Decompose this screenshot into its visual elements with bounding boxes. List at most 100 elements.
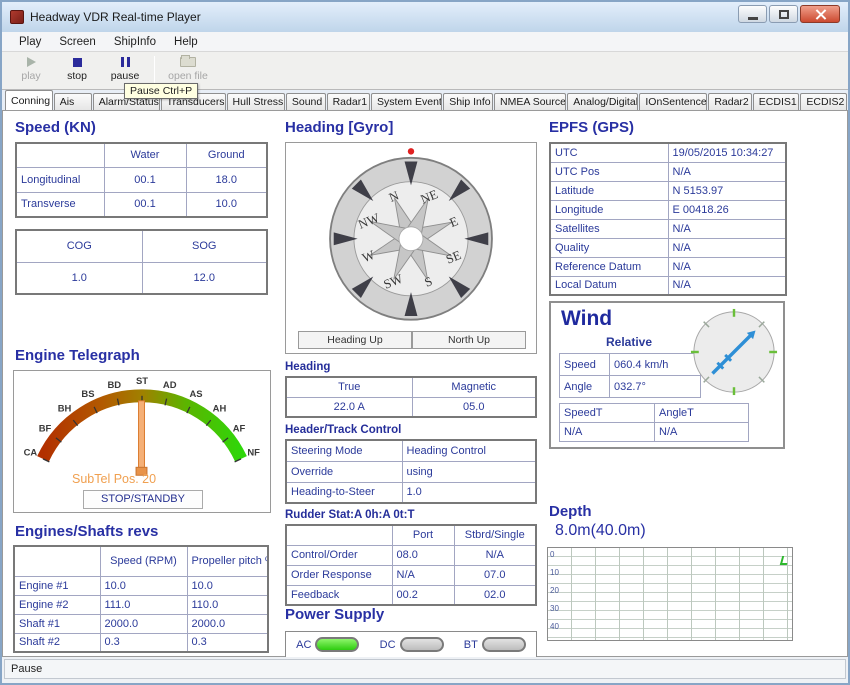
rudder-row-label: Feedback xyxy=(286,585,392,605)
close-button[interactable] xyxy=(800,5,840,23)
pause-icon xyxy=(121,57,130,67)
telegraph-scale-label: AS xyxy=(189,388,202,399)
table-row: Override using xyxy=(286,461,536,482)
app-window: Headway VDR Real-time Player Play Screen… xyxy=(0,0,850,685)
power-ac-label: AC xyxy=(296,639,311,651)
north-up-button[interactable]: North Up xyxy=(412,331,526,349)
table-row: UTC Pos N/A xyxy=(550,162,786,181)
table-row: Engine #1 10.0 10.0 xyxy=(14,576,268,595)
heading-table: True Magnetic 22.0 A 05.0 xyxy=(285,376,537,418)
epfs-value: N/A xyxy=(668,276,786,295)
cog-sog-table: COG SOG 1.0 12.0 xyxy=(15,229,268,295)
heading-col-true: True xyxy=(286,377,412,397)
menu-shipinfo[interactable]: ShipInfo xyxy=(105,34,165,50)
tab-ionsentence[interactable]: IOnSentence xyxy=(639,93,707,110)
speed-col-water: Water xyxy=(104,143,186,167)
table-row: Satellites N/A xyxy=(550,219,786,238)
tab-hull-stress[interactable]: Hull Stress xyxy=(227,93,285,110)
engine-speed: 10.0 xyxy=(100,576,187,595)
wind-anglet-label: AngleT xyxy=(655,404,749,423)
tab-ecdis1[interactable]: ECDIS1 xyxy=(753,93,800,110)
table-row: Order Response N/A 07.0 xyxy=(286,565,536,585)
rudder-row-label: Order Response xyxy=(286,565,392,585)
compass-rose: N NE E SE S SW W NW xyxy=(319,144,503,328)
speed-ground-value: 10.0 xyxy=(186,192,267,217)
cog-label: COG xyxy=(16,230,142,262)
epfs-value: N/A xyxy=(668,162,786,181)
epfs-title: EPFS (GPS) xyxy=(549,119,634,136)
wind-true-table: SpeedT AngleT N/A N/A xyxy=(559,403,749,442)
play-button[interactable]: play xyxy=(8,55,54,87)
wind-angle-value: 032.7° xyxy=(610,376,701,398)
track-control-table: Steering Mode Heading Control Override u… xyxy=(285,439,537,504)
tab-radar1[interactable]: Radar1 xyxy=(327,93,370,110)
epfs-label: Quality xyxy=(550,238,668,257)
tab-system-event[interactable]: System Event xyxy=(371,93,442,110)
shaft-pitch: 2000.0 xyxy=(187,614,268,633)
tab-ship-info[interactable]: Ship Info xyxy=(443,93,493,110)
speed-ground-value: 18.0 xyxy=(186,167,267,192)
menu-screen[interactable]: Screen xyxy=(50,34,104,50)
telegraph-scale-label: AD xyxy=(163,379,177,390)
wind-speed-label: Speed xyxy=(560,354,610,376)
heading-up-button[interactable]: Heading Up xyxy=(298,331,412,349)
gyro-panel: N NE E SE S SW W NW Heading Up North Up xyxy=(285,142,537,354)
minimize-icon xyxy=(748,17,758,20)
epfs-value: N 5153.97 xyxy=(668,181,786,200)
telegraph-scale-label: AH xyxy=(213,403,227,414)
track-value: 1.0 xyxy=(402,482,536,503)
table-row: Transverse 00.1 10.0 xyxy=(16,192,267,217)
table-row: Feedback 00.2 02.0 xyxy=(286,585,536,605)
epfs-value: N/A xyxy=(668,238,786,257)
wind-title: Wind xyxy=(561,307,612,331)
engine-telegraph-title: Engine Telegraph xyxy=(15,347,140,364)
menu-help[interactable]: Help xyxy=(165,34,207,50)
speed-row-label: Transverse xyxy=(16,192,104,217)
tab-radar2[interactable]: Radar2 xyxy=(708,93,751,110)
tab-ais[interactable]: Ais xyxy=(54,93,92,110)
play-icon xyxy=(27,57,36,67)
power-bt-label: BT xyxy=(464,639,478,651)
track-label: Steering Mode xyxy=(286,440,402,461)
tab-ecdis2[interactable]: ECDIS2 xyxy=(800,93,847,110)
wind-relative-table: Speed 060.4 km/h Angle 032.7° xyxy=(559,353,701,398)
rudder-col-blank xyxy=(286,525,392,545)
power-bt-led xyxy=(482,637,526,652)
tab-sound[interactable]: Sound xyxy=(286,93,326,110)
epfs-label: Reference Datum xyxy=(550,257,668,276)
status-text: Pause xyxy=(4,659,846,679)
maximize-icon xyxy=(779,10,789,19)
rudder-stbrd-value: 07.0 xyxy=(454,565,536,585)
speed-col-ground: Ground xyxy=(186,143,267,167)
window-title: Headway VDR Real-time Player xyxy=(30,10,201,24)
engines-col-blank xyxy=(14,546,100,576)
heading-gyro-title: Heading [Gyro] xyxy=(285,119,393,136)
telegraph-scale-label: ST xyxy=(136,375,148,386)
engines-shafts-table: Speed (RPM) Propeller pitch % Engine #1 … xyxy=(13,545,269,653)
table-row: Engine #2 111.0 110.0 xyxy=(14,595,268,614)
table-row: Latitude N 5153.97 xyxy=(550,181,786,200)
depth-axis-tick: 0 xyxy=(550,550,554,559)
shaft-speed: 0.3 xyxy=(100,633,187,652)
maximize-button[interactable] xyxy=(769,5,798,23)
play-label: play xyxy=(8,70,54,82)
heading-section-title: Heading xyxy=(285,361,330,373)
menu-play[interactable]: Play xyxy=(10,34,50,50)
telegraph-scale-label: AF xyxy=(233,423,246,434)
telegraph-scale-label: BS xyxy=(81,388,94,399)
tab-nmea-source[interactable]: NMEA Source xyxy=(494,93,566,110)
app-icon xyxy=(10,10,24,24)
heading-col-magnetic: Magnetic xyxy=(412,377,536,397)
table-row: Shaft #1 2000.0 2000.0 xyxy=(14,614,268,633)
close-icon xyxy=(816,9,826,19)
rudder-port-value: N/A xyxy=(392,565,454,585)
tab-conning[interactable]: Conning xyxy=(5,90,53,110)
wind-speedt-value: N/A xyxy=(560,423,655,442)
telegraph-mode-button[interactable]: STOP/STANDBY xyxy=(83,490,203,509)
tab-analog-digital[interactable]: Analog/Digital xyxy=(567,93,638,110)
minimize-button[interactable] xyxy=(738,5,767,23)
stop-button[interactable]: stop xyxy=(54,55,100,87)
power-supply-title: Power Supply xyxy=(285,606,384,623)
depth-trace-marker-icon xyxy=(780,556,789,565)
subtel-position: SubTel Pos. 20 xyxy=(72,472,156,486)
